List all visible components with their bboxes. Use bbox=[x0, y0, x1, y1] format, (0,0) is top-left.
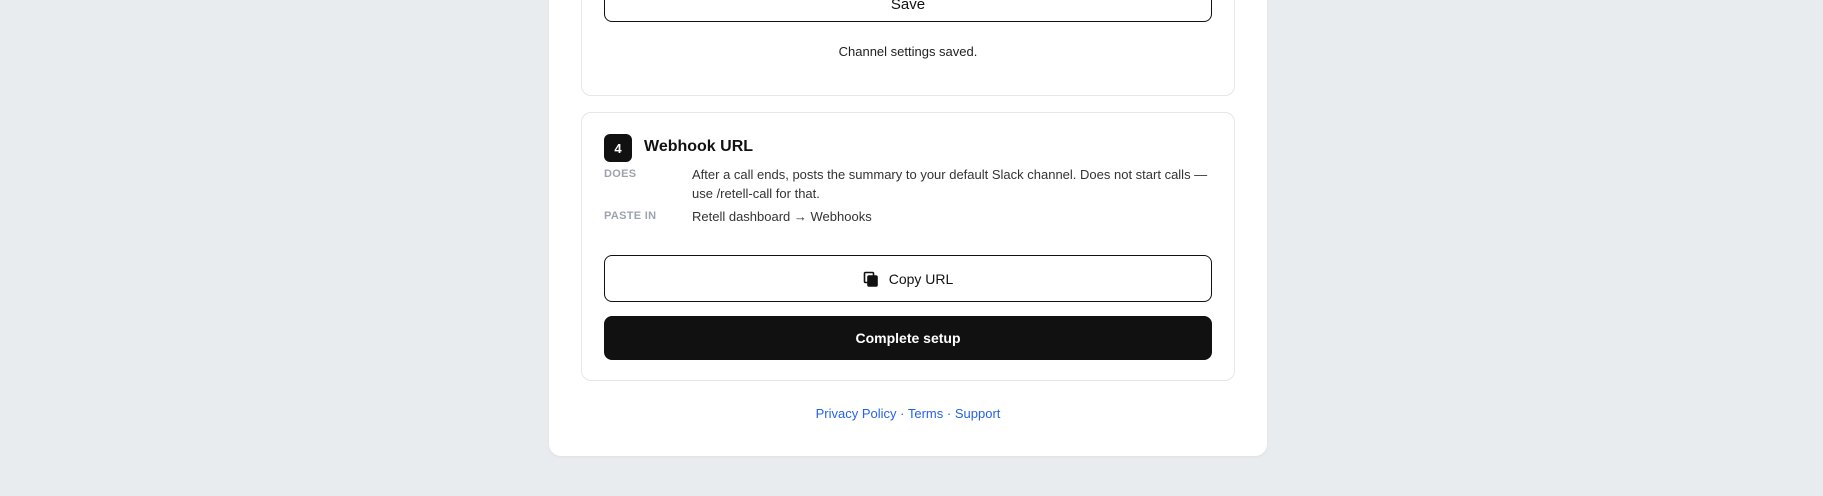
privacy-policy-link[interactable]: Privacy Policy bbox=[816, 406, 897, 421]
webhook-url-section: 4 Webhook URL DOES After a call ends, po… bbox=[581, 112, 1235, 381]
channel-settings-section: Save Channel settings saved. bbox=[581, 0, 1235, 96]
support-link[interactable]: Support bbox=[955, 406, 1001, 421]
copy-url-label: Copy URL bbox=[888, 270, 954, 287]
footer-links: Privacy Policy · Terms · Support bbox=[549, 406, 1267, 421]
footer-separator: · bbox=[946, 406, 952, 421]
step-number-badge: 4 bbox=[604, 134, 632, 162]
terms-link[interactable]: Terms bbox=[908, 406, 943, 421]
footer-separator: · bbox=[900, 406, 905, 421]
save-status-message: Channel settings saved. bbox=[838, 44, 978, 59]
paste-in-value: Retell dashboard → Webhooks bbox=[692, 209, 872, 224]
does-description: After a call ends, posts the summary to … bbox=[692, 167, 1208, 201]
paste-in-label: PASTE IN bbox=[604, 210, 657, 222]
copy-icon bbox=[863, 271, 879, 287]
save-button[interactable]: Save bbox=[604, 0, 1212, 22]
section-title: Webhook URL bbox=[644, 138, 754, 155]
does-label: DOES bbox=[604, 168, 637, 180]
copy-url-button[interactable]: Copy URL bbox=[604, 255, 1212, 302]
complete-setup-button[interactable]: Complete setup bbox=[604, 316, 1212, 360]
